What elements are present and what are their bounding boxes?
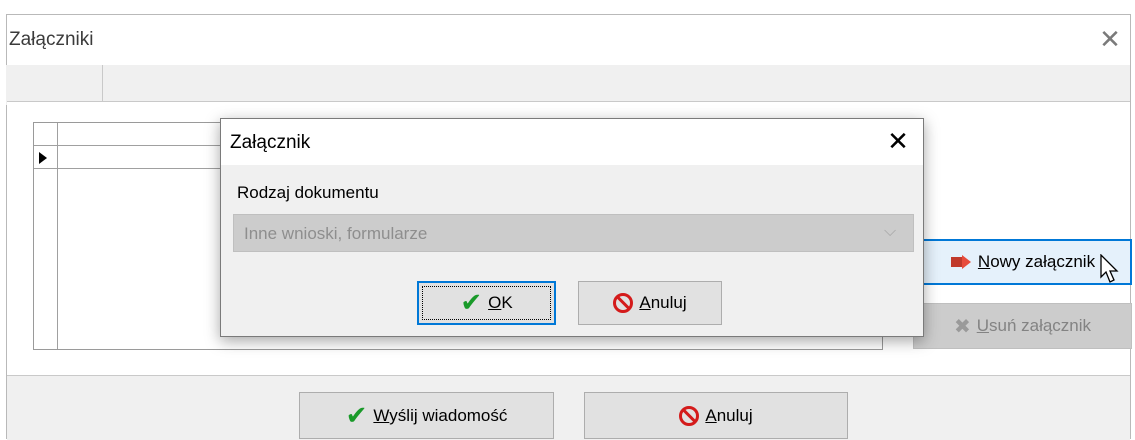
remove-attachment-label: Usuń załącznik [976, 316, 1092, 335]
no-sign-icon [679, 405, 700, 426]
document-type-label: Rodzaj dokumentu [237, 183, 379, 202]
close-icon[interactable]: ✕ [881, 125, 915, 159]
dialog-title: Załącznik [230, 132, 311, 153]
ok-label: OK [488, 293, 513, 312]
check-icon: ✔ [345, 400, 368, 431]
add-attachment-icon [950, 254, 972, 270]
dialog-cancel-label: Anuluj [639, 293, 687, 312]
dialog-titlebar: Załącznik ✕ [221, 119, 923, 165]
send-message-label: Wyślij wiadomość [373, 405, 508, 425]
document-type-select[interactable]: Inne wnioski, formularze ⌵ [233, 214, 914, 252]
ok-button[interactable]: ✔ OK [417, 281, 556, 325]
remove-icon: ✖ [953, 314, 971, 338]
ok-focus-rect: ✔ OK [422, 286, 551, 320]
send-message-button[interactable]: ✔ Wyślij wiadomość [299, 392, 554, 439]
attachment-dialog: Załącznik ✕ Rodzaj dokumentu Inne wniosk… [220, 118, 924, 337]
remove-attachment-button[interactable]: ✖ Usuń załącznik [913, 303, 1132, 349]
tab-attachments[interactable] [6, 65, 103, 105]
main-window-title: Załączniki [9, 29, 94, 50]
close-icon[interactable]: ✕ [1095, 25, 1125, 55]
document-type-value: Inne wnioski, formularze [244, 224, 428, 243]
main-titlebar: Załączniki ✕ [7, 15, 1130, 65]
no-sign-icon [613, 293, 634, 313]
dialog-cancel-button[interactable]: Anuluj [578, 281, 722, 325]
cancel-label: Anuluj [705, 405, 753, 425]
tab-strip [6, 65, 1130, 105]
mouse-cursor-icon [1100, 253, 1120, 289]
cancel-button[interactable]: Anuluj [584, 392, 848, 439]
chevron-down-icon[interactable]: ⌵ [884, 221, 896, 241]
row-pointer-icon [39, 152, 47, 164]
check-icon: ✔ [460, 288, 483, 318]
bottom-bar: ✔ Wyślij wiadomość Anuluj [7, 375, 1130, 440]
new-attachment-label: Nowy załącznik [977, 252, 1096, 271]
